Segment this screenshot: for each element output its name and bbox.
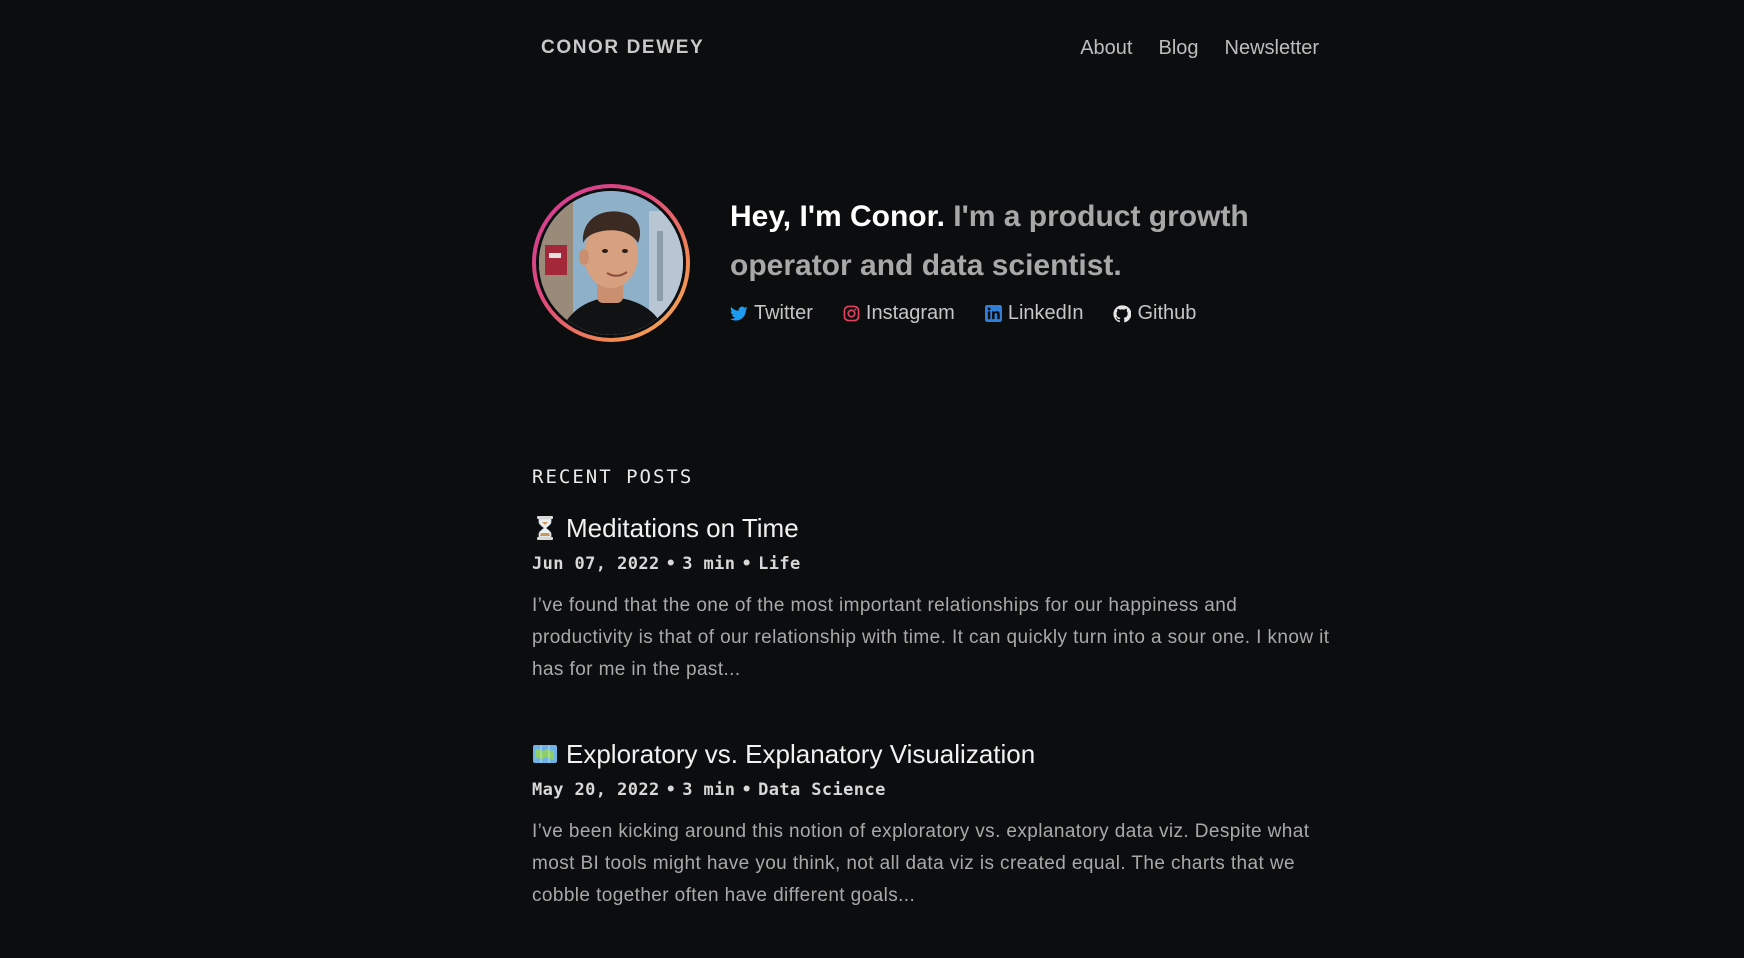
post-item: Exploratory vs. Explanatory Visualizatio…: [532, 736, 1332, 912]
social-label-instagram: Instagram: [865, 302, 955, 324]
recent-posts-section: RECENT POSTS Meditations on Time Jun 07,…: [532, 466, 1332, 958]
nav-item-blog[interactable]: Blog: [1158, 37, 1198, 60]
intro-heading: Hey, I'm Conor. I'm a product growth ope…: [730, 192, 1330, 290]
social-link-github[interactable]: Github: [1113, 302, 1196, 325]
portrait-illustration: [539, 191, 683, 335]
social-label-twitter: Twitter: [754, 302, 813, 324]
social-link-twitter[interactable]: Twitter: [730, 302, 813, 325]
post-read-time: 3 min: [682, 554, 736, 574]
post-meta: May 20, 2022 • 3 min • Data Science: [532, 780, 886, 800]
post-title: Meditations on Time: [566, 512, 799, 543]
site-header: CONOR DEWEY About Blog Newsletter: [541, 30, 1319, 66]
social-link-instagram[interactable]: Instagram: [843, 302, 955, 325]
post-excerpt: I’ve been kicking around this notion of …: [532, 821, 1310, 906]
main-nav: About Blog Newsletter: [1080, 37, 1319, 60]
post-title-link[interactable]: Exploratory vs. Explanatory Visualizatio…: [532, 736, 1332, 772]
twitter-icon: [730, 306, 748, 322]
social-label-linkedin: LinkedIn: [1007, 302, 1084, 324]
post-date: Jun 07, 2022: [532, 554, 660, 574]
post-category-link[interactable]: Data Science: [758, 780, 886, 800]
avatar-border: [536, 188, 686, 338]
hero-section: Hey, I'm Conor. I'm a product growth ope…: [532, 184, 1332, 344]
avatar-photo: [539, 191, 683, 335]
nav-item-about[interactable]: About: [1080, 37, 1132, 60]
intro-greeting: Hey, I'm Conor.: [730, 200, 945, 233]
post-meta: Jun 07, 2022 • 3 min • Life: [532, 554, 801, 574]
post-item: Meditations on Time Jun 07, 2022 • 3 min • L…: [532, 510, 1332, 686]
map-icon: [532, 741, 558, 767]
recent-posts-title: RECENT POSTS: [532, 466, 694, 488]
post-title-link[interactable]: Meditations on Time: [532, 510, 1332, 546]
page: CONOR DEWEY About Blog Newsletter Hey, I…: [0, 0, 1744, 958]
post-date: May 20, 2022: [532, 780, 660, 800]
avatar: [532, 184, 690, 342]
site-logo-link[interactable]: CONOR DEWEY: [541, 37, 704, 59]
social-link-linkedin[interactable]: LinkedIn: [984, 302, 1084, 325]
post-read-time: 3 min: [682, 780, 736, 800]
post-excerpt: I’ve found that the one of the most impo…: [532, 595, 1330, 680]
instagram-icon: [843, 305, 860, 322]
linkedin-icon: [984, 305, 1002, 322]
github-icon: [1113, 304, 1132, 323]
post-title: Exploratory vs. Explanatory Visualizatio…: [566, 738, 1036, 769]
post-category-link[interactable]: Life: [758, 554, 801, 574]
nav-item-newsletter[interactable]: Newsletter: [1225, 37, 1319, 60]
social-links: Twitter Instagram LinkedIn Github: [730, 302, 1196, 325]
social-label-github: Github: [1137, 302, 1197, 324]
hourglass-icon: [532, 515, 558, 541]
